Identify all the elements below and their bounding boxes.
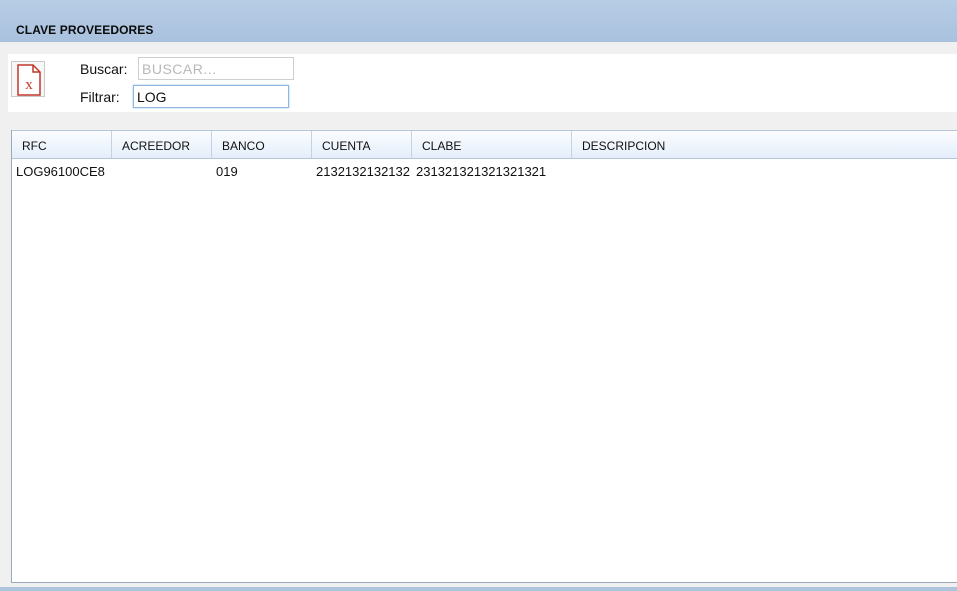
buscar-label: Buscar: (80, 61, 128, 77)
bottom-border (0, 587, 957, 591)
grid-header: RFC ACREEDOR BANCO CUENTA CLABE DESCRIPC… (12, 130, 957, 159)
column-header-acreedor[interactable]: ACREEDOR (112, 131, 212, 158)
filtrar-label: Filtrar: (80, 89, 120, 105)
cell-descripcion (572, 163, 957, 181)
column-header-descripcion[interactable]: DESCRIPCION (572, 131, 957, 158)
panel-title: CLAVE PROVEEDORES (16, 23, 154, 37)
svg-text:x: x (25, 77, 33, 93)
column-header-rfc[interactable]: RFC (12, 131, 112, 158)
filter-input[interactable] (133, 85, 289, 108)
cell-acreedor (112, 163, 212, 181)
cell-rfc: LOG96100CE8 (16, 164, 105, 179)
column-header-banco[interactable]: BANCO (212, 131, 312, 158)
cell-banco: 019 (216, 164, 238, 179)
cell-cuenta: 2132132132132 (316, 164, 410, 179)
cell-clabe: 231321321321321321 (416, 164, 547, 179)
search-input[interactable] (138, 57, 294, 80)
column-header-cuenta[interactable]: CUENTA (312, 131, 412, 158)
suppliers-grid: RFC ACREEDOR BANCO CUENTA CLABE DESCRIPC… (11, 130, 957, 583)
excel-export-icon: x (17, 64, 41, 96)
export-excel-button[interactable]: x (11, 61, 45, 97)
column-header-clabe[interactable]: CLABE (412, 131, 572, 158)
panel-header: CLAVE PROVEEDORES (0, 0, 957, 42)
